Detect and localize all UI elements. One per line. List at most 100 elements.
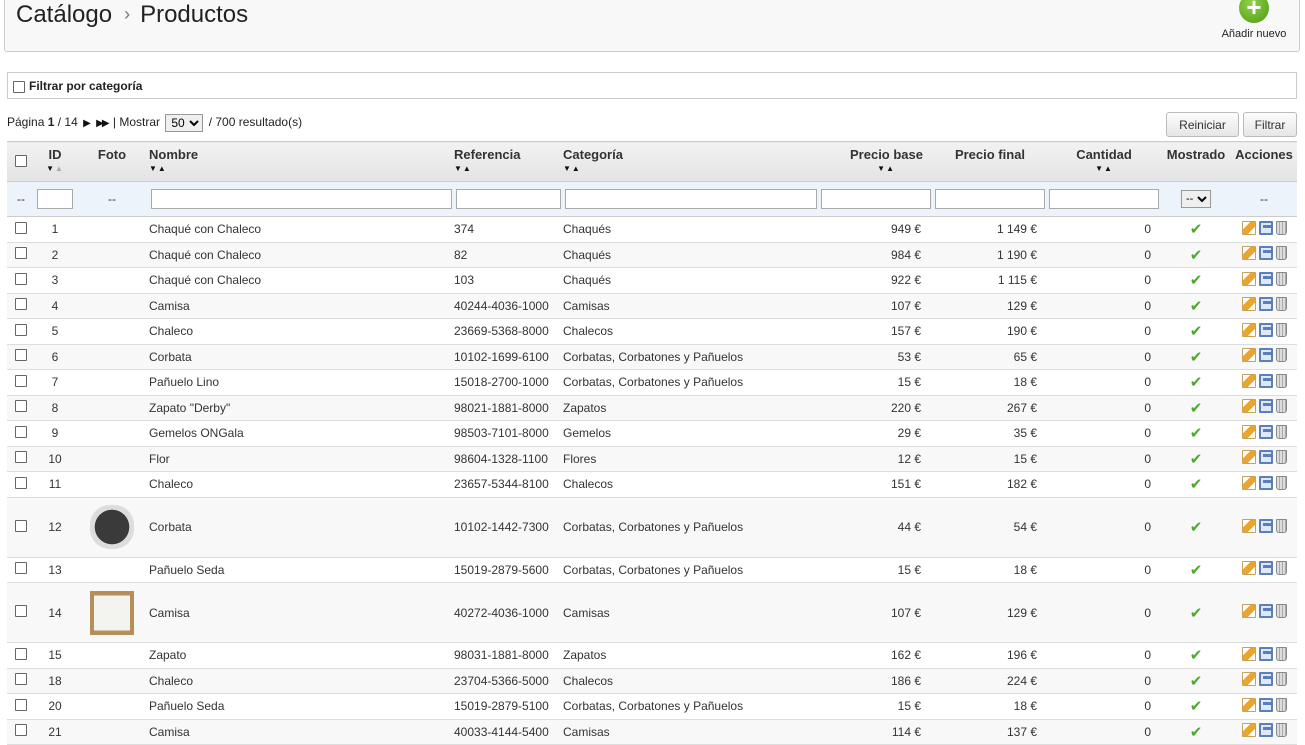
- duplicate-icon[interactable]: [1258, 723, 1273, 738]
- row-checkbox[interactable]: [15, 519, 27, 532]
- row-checkbox[interactable]: [15, 221, 27, 234]
- add-new-button[interactable]: + Añadir nuevo: [1219, 0, 1289, 40]
- trash-icon[interactable]: [1275, 672, 1287, 687]
- duplicate-icon[interactable]: [1258, 697, 1273, 712]
- row-checkbox[interactable]: [15, 451, 27, 464]
- row-checkbox[interactable]: [15, 673, 27, 686]
- duplicate-icon[interactable]: [1258, 646, 1273, 661]
- table-row[interactable]: 7 Pañuelo Lino 15018-2700-1000 Corbatas,…: [7, 369, 1297, 396]
- table-row[interactable]: 12 Corbata 10102-1442-7300 Corbatas, Cor…: [7, 497, 1297, 558]
- checkmark-icon[interactable]: ✔: [1190, 562, 1203, 579]
- duplicate-icon[interactable]: [1258, 348, 1273, 363]
- reset-button[interactable]: Reiniciar: [1166, 112, 1239, 137]
- filter-base-price-input[interactable]: [821, 189, 931, 209]
- duplicate-icon[interactable]: [1258, 475, 1273, 490]
- edit-pencil-icon[interactable]: [1241, 697, 1256, 712]
- checkmark-icon[interactable]: ✔: [1190, 673, 1203, 690]
- table-row[interactable]: 8 Zapato "Derby" 98021-1881-8000 Zapatos…: [7, 395, 1297, 421]
- sort-arrows-icon[interactable]: ▼▲: [563, 164, 819, 174]
- checkmark-icon[interactable]: ✔: [1190, 349, 1203, 366]
- checkmark-icon[interactable]: ✔: [1190, 605, 1203, 622]
- duplicate-icon[interactable]: [1258, 518, 1273, 533]
- trash-icon[interactable]: [1275, 561, 1287, 576]
- table-row[interactable]: 15 Zapato 98031-1881-8000 Zapatos 162 € …: [7, 642, 1297, 669]
- trash-icon[interactable]: [1275, 246, 1287, 261]
- category-filter-checkbox[interactable]: [13, 81, 25, 93]
- checkmark-icon[interactable]: ✔: [1190, 400, 1203, 417]
- duplicate-icon[interactable]: [1258, 246, 1273, 261]
- checkmark-icon[interactable]: ✔: [1190, 247, 1203, 264]
- edit-pencil-icon[interactable]: [1241, 348, 1256, 363]
- edit-pencil-icon[interactable]: [1241, 561, 1256, 576]
- product-thumbnail[interactable]: [90, 505, 134, 549]
- row-checkbox[interactable]: [15, 247, 27, 260]
- trash-icon[interactable]: [1275, 220, 1287, 235]
- table-row[interactable]: 9 Gemelos ONGala 98503-7101-8000 Gemelos…: [7, 420, 1297, 447]
- sort-arrows-icon[interactable]: ▼▲: [1047, 164, 1161, 174]
- edit-pencil-icon[interactable]: [1241, 672, 1256, 687]
- sort-arrows-icon[interactable]: ▼▲: [35, 164, 75, 174]
- filter-quantity-input[interactable]: [1049, 189, 1159, 209]
- edit-pencil-icon[interactable]: [1241, 220, 1256, 235]
- filter-button[interactable]: Filtrar: [1243, 112, 1297, 137]
- trash-icon[interactable]: [1275, 697, 1287, 712]
- select-all-checkbox[interactable]: [15, 155, 27, 167]
- checkmark-icon[interactable]: ✔: [1190, 698, 1203, 715]
- row-checkbox[interactable]: [15, 698, 27, 711]
- duplicate-icon[interactable]: [1258, 271, 1273, 286]
- table-row[interactable]: 11 Chaleco 23657-5344-8100 Chalecos 151 …: [7, 471, 1297, 498]
- trash-icon[interactable]: [1275, 271, 1287, 286]
- trash-icon[interactable]: [1275, 518, 1287, 533]
- checkmark-icon[interactable]: ✔: [1190, 323, 1203, 340]
- trash-icon[interactable]: [1275, 646, 1287, 661]
- row-checkbox[interactable]: [15, 374, 27, 387]
- filter-name-input[interactable]: [151, 189, 452, 209]
- duplicate-icon[interactable]: [1258, 424, 1273, 439]
- checkmark-icon[interactable]: ✔: [1190, 425, 1203, 442]
- sort-arrows-icon[interactable]: ▼▲: [149, 164, 454, 174]
- checkmark-icon[interactable]: ✔: [1190, 724, 1203, 741]
- category-filter-label[interactable]: Filtrar por categoría: [29, 79, 142, 93]
- last-page-icon[interactable]: ▶▶: [96, 118, 109, 129]
- sort-arrows-icon[interactable]: ▼▲: [819, 164, 923, 174]
- row-checkbox[interactable]: [15, 562, 27, 575]
- filter-shown-select[interactable]: --: [1181, 190, 1211, 208]
- per-page-select[interactable]: 50: [165, 114, 204, 132]
- duplicate-icon[interactable]: [1258, 561, 1273, 576]
- table-row[interactable]: 4 Camisa 40244-4036-1000 Camisas 107 € 1…: [7, 293, 1297, 319]
- duplicate-icon[interactable]: [1258, 450, 1273, 465]
- duplicate-icon[interactable]: [1258, 373, 1273, 388]
- row-checkbox[interactable]: [15, 400, 27, 413]
- trash-icon[interactable]: [1275, 348, 1287, 363]
- edit-pencil-icon[interactable]: [1241, 723, 1256, 738]
- row-checkbox[interactable]: [15, 476, 27, 489]
- trash-icon[interactable]: [1275, 450, 1287, 465]
- breadcrumb-parent[interactable]: Catálogo: [16, 1, 112, 28]
- row-checkbox[interactable]: [15, 724, 27, 737]
- duplicate-icon[interactable]: [1258, 220, 1273, 235]
- edit-pencil-icon[interactable]: [1241, 475, 1256, 490]
- trash-icon[interactable]: [1275, 373, 1287, 388]
- duplicate-icon[interactable]: [1258, 322, 1273, 337]
- edit-pencil-icon[interactable]: [1241, 246, 1256, 261]
- checkmark-icon[interactable]: ✔: [1190, 374, 1203, 391]
- filter-category-input[interactable]: [565, 189, 817, 209]
- row-checkbox[interactable]: [15, 349, 27, 362]
- product-thumbnail[interactable]: [90, 590, 134, 635]
- trash-icon[interactable]: [1275, 475, 1287, 490]
- table-row[interactable]: 2 Chaqué con Chaleco 82 Chaqués 984 € 1 …: [7, 242, 1297, 268]
- edit-pencil-icon[interactable]: [1241, 399, 1256, 414]
- table-row[interactable]: 21 Camisa 40033-4144-5400 Camisas 114 € …: [7, 719, 1297, 745]
- table-row[interactable]: 10 Flor 98604-1328-1100 Flores 12 € 15 €…: [7, 446, 1297, 472]
- checkmark-icon[interactable]: ✔: [1190, 272, 1203, 289]
- edit-pencil-icon[interactable]: [1241, 373, 1256, 388]
- filter-final-price-input[interactable]: [935, 189, 1045, 209]
- checkmark-icon[interactable]: ✔: [1190, 476, 1203, 493]
- trash-icon[interactable]: [1275, 604, 1287, 618]
- table-row[interactable]: 14 Camisa 40272-4036-1000 Camisas 107 € …: [7, 582, 1297, 643]
- table-row[interactable]: 20 Pañuelo Seda 15019-2879-5100 Corbatas…: [7, 693, 1297, 720]
- trash-icon[interactable]: [1275, 322, 1287, 337]
- row-checkbox[interactable]: [15, 647, 27, 660]
- duplicate-icon[interactable]: [1258, 399, 1273, 414]
- checkmark-icon[interactable]: ✔: [1190, 647, 1203, 664]
